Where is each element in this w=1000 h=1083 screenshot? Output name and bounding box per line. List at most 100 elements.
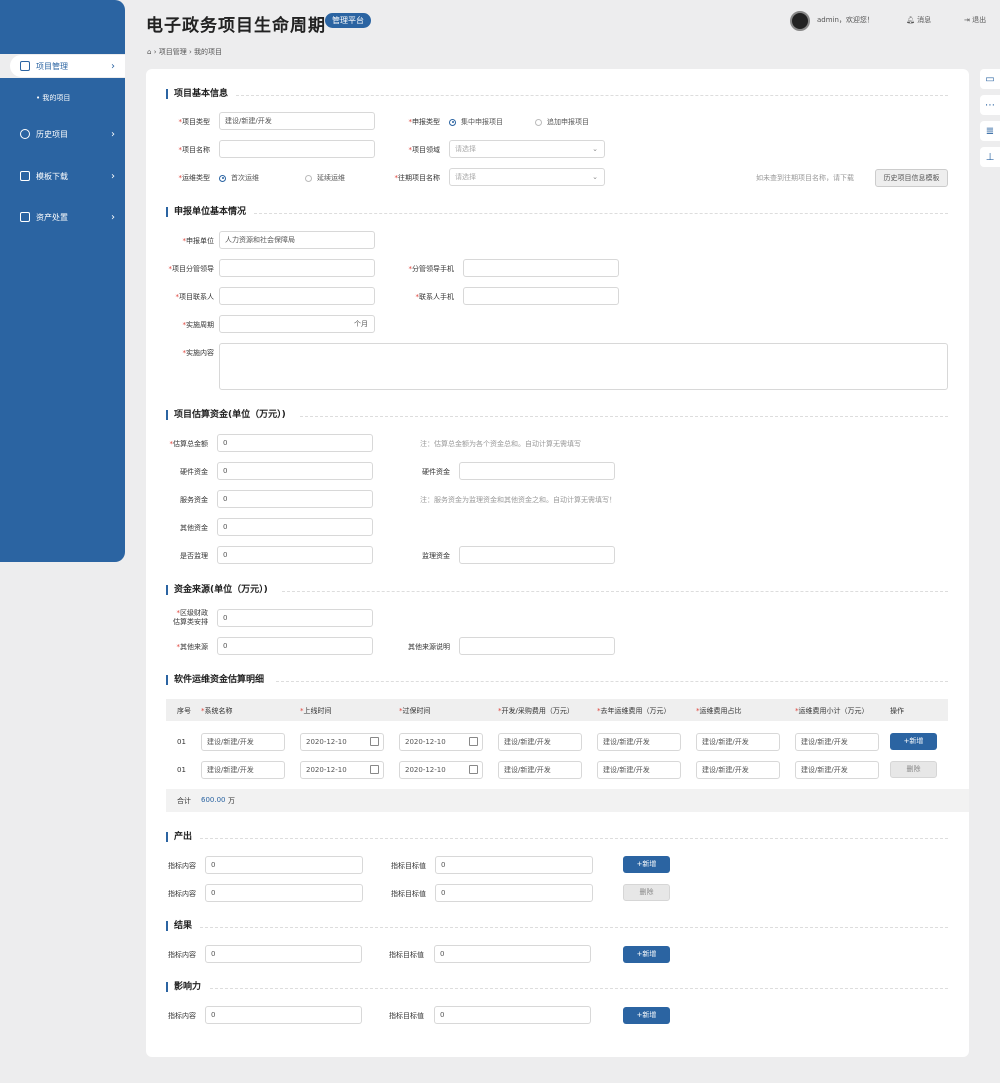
template-download-button[interactable]: 历史项目信息模板 <box>875 169 948 187</box>
indicator-target-label: 指标目标值 <box>391 862 426 870</box>
breadcrumb-item: 我的项目 <box>194 48 223 56</box>
declare-unit-input[interactable]: 人力资源和社会保障局 <box>219 231 375 249</box>
project-field-select[interactable]: 请选择 ⌄ <box>449 140 605 158</box>
divider <box>200 838 948 839</box>
indicator-add-button[interactable]: +新增 <box>623 946 670 963</box>
indicator-content-label: 指标内容 <box>168 1012 196 1020</box>
logout-link[interactable]: ⇥ 退出 <box>964 15 986 25</box>
stamp-icon[interactable]: ⊥ <box>980 147 1000 167</box>
indicator-target-input[interactable]: 0 <box>434 945 591 963</box>
table-cell-subtotal[interactable]: 建设/新建/开发 <box>795 761 879 779</box>
indicator-content-input[interactable]: 0 <box>205 856 363 874</box>
indicator-target-input[interactable]: 0 <box>435 884 593 902</box>
declare-type-radio-additional[interactable]: 追加申报项目 <box>535 117 589 127</box>
total-fund-note: 注：估算总金额为各个资金总和。自动计算无需填写 <box>420 440 581 448</box>
total-fund-label: *估算总金额 <box>169 440 209 448</box>
sidebar-item-template-download[interactable]: 模板下载 › <box>10 165 125 187</box>
hardware-fund-input[interactable]: 0 <box>217 462 373 480</box>
indicator-delete-button[interactable]: 删除 <box>623 884 670 901</box>
hardware-fund-input-2[interactable] <box>459 462 615 480</box>
table-cell-last-year-cost[interactable]: 建设/新建/开发 <box>597 733 681 751</box>
table-cell-system-name[interactable]: 建设/新建/开发 <box>201 733 285 751</box>
document-icon[interactable]: ≣ <box>980 121 1000 141</box>
more-icon[interactable]: ⋯ <box>980 95 1000 115</box>
platform-badge: 管理平台 <box>325 13 371 28</box>
chevron-right-icon: › <box>111 170 115 182</box>
contact-input[interactable] <box>219 287 375 305</box>
ops-type-radio-continued[interactable]: 延续运维 <box>305 173 345 183</box>
table-cell-warranty-date[interactable]: 2020-12-10 <box>399 761 483 779</box>
other-source-desc-label: 其他来源说明 <box>408 643 450 651</box>
divider <box>282 591 948 592</box>
sidebar-item-asset-disposal[interactable]: 资产处置 › <box>10 206 125 228</box>
avatar[interactable] <box>790 11 810 31</box>
table-cell-ratio[interactable]: 建设/新建/开发 <box>696 733 780 751</box>
ops-type-radio-first[interactable]: 首次运维 <box>219 173 259 183</box>
indicator-content-input[interactable]: 0 <box>205 1006 362 1024</box>
table-cell-subtotal[interactable]: 建设/新建/开发 <box>795 733 879 751</box>
prev-project-select[interactable]: 请选择 ⌄ <box>449 168 605 186</box>
table-header-cell: 序号 <box>177 707 191 715</box>
project-type-input[interactable]: 建设/新建/开发 <box>219 112 375 130</box>
district-fund-input[interactable]: 0 <box>217 609 373 627</box>
service-fund-note: 注：服务资金为监理资金和其他资金之和。自动计算无需填写！ <box>420 496 616 504</box>
table-add-row-button[interactable]: +新增 <box>890 733 937 750</box>
home-icon[interactable]: ⌂ <box>147 48 151 56</box>
table-cell-online-date[interactable]: 2020-12-10 <box>300 733 384 751</box>
divider <box>200 927 948 928</box>
indicator-add-button[interactable]: +新增 <box>623 856 670 873</box>
other-source-input[interactable]: 0 <box>217 637 373 655</box>
table-cell-dev-cost[interactable]: 建设/新建/开发 <box>498 761 582 779</box>
calendar-icon <box>469 765 478 774</box>
supervise-input[interactable]: 0 <box>217 546 373 564</box>
table-cell-dev-cost[interactable]: 建设/新建/开发 <box>498 733 582 751</box>
leader-input[interactable] <box>219 259 375 277</box>
sidebar-item-history[interactable]: 历史项目 › <box>10 123 125 145</box>
table-delete-row-button[interactable]: 删除 <box>890 761 937 778</box>
content-textarea[interactable] <box>219 343 948 390</box>
briefcase-icon <box>20 61 30 71</box>
sidebar-subitem-my-projects[interactable]: • 我的项目 <box>36 93 70 103</box>
messages-label: 消息 <box>917 16 932 24</box>
other-fund-input[interactable]: 0 <box>217 518 373 536</box>
supervise-fund-input[interactable] <box>459 546 615 564</box>
indicator-target-label: 指标目标值 <box>389 1012 424 1020</box>
table-cell-last-year-cost[interactable]: 建设/新建/开发 <box>597 761 681 779</box>
breadcrumb-separator: › <box>153 48 157 56</box>
breadcrumb-item[interactable]: 项目管理 <box>159 48 187 56</box>
period-input[interactable]: 个月 <box>219 315 375 333</box>
indicator-content-input[interactable]: 0 <box>205 884 363 902</box>
messages-link[interactable]: 🔔︎ 消息 <box>906 15 931 25</box>
project-name-input[interactable] <box>219 140 375 158</box>
contact-phone-input[interactable] <box>463 287 619 305</box>
table-total-unit: 万 <box>228 797 235 805</box>
table-cell-warranty-date[interactable]: 2020-12-10 <box>399 733 483 751</box>
other-source-desc-input[interactable] <box>459 637 615 655</box>
table-header-cell: *开发/采购费用（万元） <box>498 707 574 715</box>
download-icon <box>20 171 30 181</box>
indicator-content-input[interactable]: 0 <box>205 945 362 963</box>
indicator-target-label: 指标目标值 <box>391 890 426 898</box>
total-fund-input[interactable]: 0 <box>217 434 373 452</box>
sidebar-item-project-management[interactable]: 项目管理 › <box>10 55 125 77</box>
prev-project-note: 如未查到往期项目名称，请下载 <box>756 174 854 182</box>
table-header-cell: *运维费用占比 <box>696 707 742 715</box>
period-label: *实施周期 <box>182 321 215 329</box>
table-cell-online-date[interactable]: 2020-12-10 <box>300 761 384 779</box>
folder-icon[interactable]: ▭ <box>980 69 1000 89</box>
declare-type-label: *申报类型 <box>408 118 441 126</box>
indicator-target-input[interactable]: 0 <box>435 856 593 874</box>
calendar-icon <box>370 765 379 774</box>
section-title-impact: 影响力 <box>166 982 201 992</box>
declare-type-radio-centralized[interactable]: 集中申报项目 <box>449 117 503 127</box>
other-fund-label: 其他资金 <box>180 524 208 532</box>
table-header-cell: *上线时间 <box>300 707 332 715</box>
table-cell-ratio[interactable]: 建设/新建/开发 <box>696 761 780 779</box>
breadcrumb-separator: › <box>188 48 192 56</box>
table-cell-system-name[interactable]: 建设/新建/开发 <box>201 761 285 779</box>
leader-phone-input[interactable] <box>463 259 619 277</box>
hardware-fund-label: 硬件资金 <box>180 468 208 476</box>
indicator-target-input[interactable]: 0 <box>434 1006 591 1024</box>
service-fund-input[interactable]: 0 <box>217 490 373 508</box>
indicator-add-button[interactable]: +新增 <box>623 1007 670 1024</box>
